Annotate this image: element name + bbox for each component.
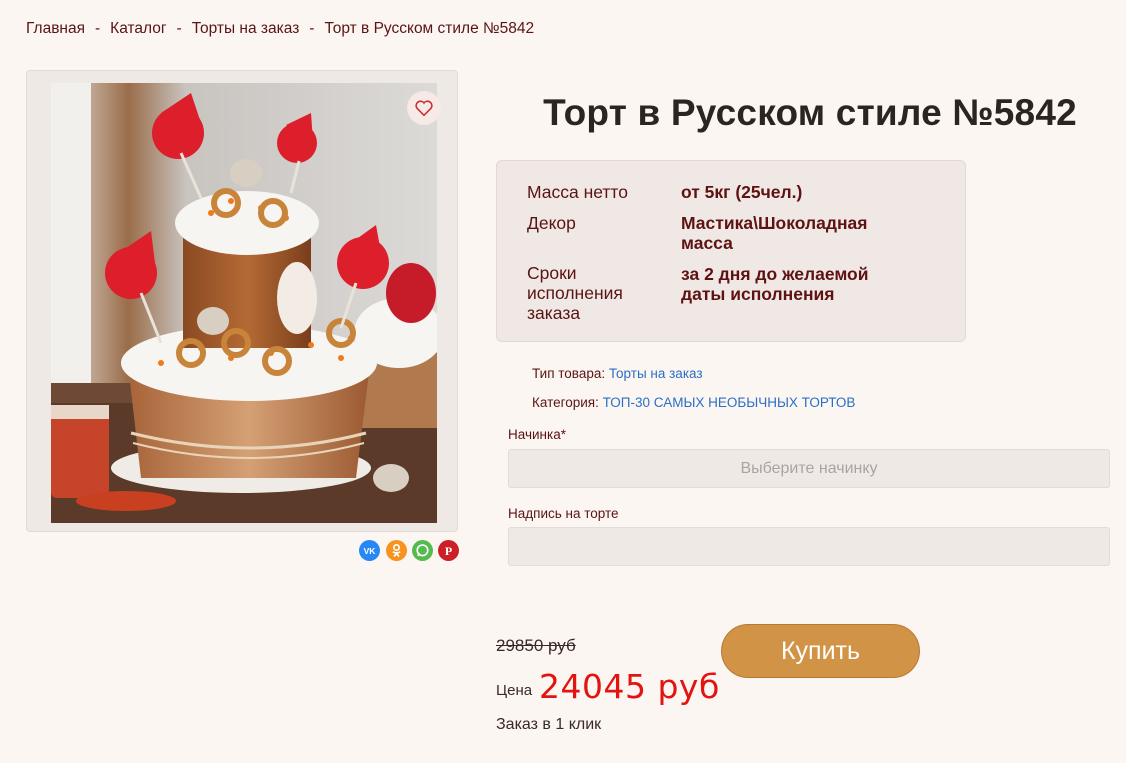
breadcrumb-separator: -: [176, 20, 182, 37]
product-category-label: Категория:: [532, 395, 599, 410]
spec-table: Масса нетто от 5кг (25чел.) Декор Мастик…: [496, 160, 966, 342]
spec-label-deadline: Сроки исполнения заказа: [527, 263, 623, 323]
inscription-label: Надпись на торте: [508, 506, 619, 521]
filling-select[interactable]: Выберите начинку: [508, 449, 1110, 488]
price-label: Цена: [496, 682, 533, 699]
share-odnoklassniki-button[interactable]: [386, 540, 407, 561]
old-price: 29850 руб: [496, 636, 576, 655]
svg-text:P: P: [445, 544, 452, 558]
product-category-link[interactable]: ТОП-30 САМЫХ НЕОБЫЧНЫХ ТОРТОВ: [603, 395, 856, 410]
breadcrumb-separator: -: [309, 20, 315, 37]
heart-icon: [415, 100, 433, 116]
breadcrumb-catalog[interactable]: Каталог: [110, 20, 166, 37]
cake-illustration: [51, 83, 437, 523]
spec-label-decor: Декор: [527, 213, 576, 233]
odnoklassniki-icon: [386, 540, 407, 561]
spec-value-deadline: за 2 дня до желаемой даты исполнения: [681, 264, 869, 304]
product-title: Торт в Русском стиле №5842: [543, 92, 1077, 133]
product-type-link[interactable]: Торты на заказ: [609, 366, 703, 381]
spec-value-weight: от 5кг (25чел.): [681, 182, 803, 202]
svg-text:VK: VK: [364, 546, 377, 556]
breadcrumb: Главная - Каталог - Торты на заказ - Торт в Ру…: [26, 20, 534, 38]
breadcrumb-custom-cakes[interactable]: Торты на заказ: [192, 20, 300, 37]
breadcrumb-home[interactable]: Главная: [26, 20, 85, 37]
pinterest-icon: P: [438, 540, 459, 561]
product-type-label: Тип товара:: [532, 366, 606, 381]
product-photo[interactable]: [51, 83, 437, 523]
product-image-card: [26, 70, 458, 532]
spec-label-weight: Масса нетто: [527, 182, 628, 202]
one-click-order-link[interactable]: Заказ в 1 клик: [496, 716, 601, 734]
breadcrumb-separator: -: [95, 20, 101, 37]
favorite-button[interactable]: [407, 91, 441, 125]
share-pinterest-button[interactable]: P: [438, 540, 459, 561]
price-value: 24045 руб: [539, 667, 720, 706]
vk-icon: VK: [359, 540, 380, 561]
share-vk-button[interactable]: VK: [359, 540, 380, 561]
inscription-input[interactable]: [508, 527, 1110, 566]
filling-label: Начинка*: [508, 427, 566, 442]
product-type: Тип товара: Торты на заказ: [532, 366, 703, 381]
spec-value-decor: Мастика\Шоколадная масса: [681, 213, 868, 253]
buy-button[interactable]: Купить: [721, 624, 920, 678]
breadcrumb-current: Торт в Русском стиле №5842: [324, 20, 535, 37]
whatsapp-icon: [412, 540, 433, 561]
share-whatsapp-button[interactable]: [412, 540, 433, 561]
product-category: Категория: ТОП-30 САМЫХ НЕОБЫЧНЫХ ТОРТОВ: [532, 395, 855, 410]
